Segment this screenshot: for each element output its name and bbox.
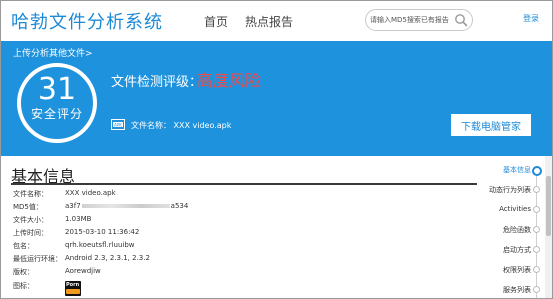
security-score-circle: 31 安全评分 [17, 63, 97, 143]
info-label: 文件名称： [13, 190, 48, 198]
info-label: 版权： [13, 268, 34, 276]
info-label: MD5值： [13, 203, 43, 211]
app-icon-text: Porn [66, 282, 80, 288]
info-value: Aorewdjiw [65, 267, 101, 275]
rating-label: 文件检测评级： [111, 75, 203, 90]
side-nav-item-startup-methods[interactable]: 启动方式 [479, 245, 531, 255]
side-nav-item-basic-info[interactable]: 基本信息 [479, 165, 531, 175]
app-window: 哈勃文件分析系统 首页 热点报告 登录 上传分析其他文件> 31 安全评分 文件… [0, 0, 553, 299]
side-nav-item-dynamic-behavior[interactable]: 动态行为列表 [479, 185, 531, 195]
side-nav-dot[interactable] [533, 246, 540, 253]
side-nav-dot[interactable] [533, 266, 540, 273]
info-row-file-size: 文件大小： 1.03MB [13, 215, 473, 227]
info-value: XXX video.apk [65, 189, 116, 197]
side-nav-item-services[interactable]: 服务列表 [479, 285, 531, 295]
svg-text:APK: APK [114, 122, 122, 127]
scrollbar-thumb[interactable] [546, 176, 551, 236]
info-label: 图标： [13, 282, 34, 290]
result-banner: 上传分析其他文件> 31 安全评分 文件检测评级： 高度风险 APK 文件名称：… [1, 41, 552, 156]
side-nav-dot[interactable] [533, 206, 540, 213]
upload-other-file-link[interactable]: 上传分析其他文件> [13, 46, 93, 59]
info-value: 2015-03-10 11:36:42 [65, 228, 140, 236]
search-input[interactable] [370, 12, 454, 27]
side-nav-dot[interactable] [533, 226, 540, 233]
nav-hot-report-link[interactable]: 热点报告 [245, 13, 293, 30]
side-nav-item-permissions[interactable]: 权限列表 [479, 265, 531, 275]
brand-logo[interactable]: 哈勃文件分析系统 [11, 8, 163, 34]
search-icon[interactable] [454, 13, 468, 27]
md5-prefix: a3f7 [65, 202, 81, 210]
info-row-file-name: 文件名称： XXX video.apk [13, 189, 473, 201]
info-row-package-name: 包名： qrh.koeutsfl.rluuibw [13, 241, 473, 253]
security-score-label: 安全评分 [30, 107, 83, 121]
file-name-label: 文件名称： XXX video.apk [131, 121, 232, 130]
info-row-upload-time: 上传时间： 2015-03-10 11:36:42 [13, 228, 473, 240]
info-value: qrh.koeutsfl.rluuibw [65, 241, 135, 249]
side-nav-item-activities[interactable]: Activities [479, 205, 531, 213]
top-nav: 哈勃文件分析系统 首页 热点报告 登录 [1, 1, 552, 41]
app-icon: Porn [65, 281, 81, 296]
apk-file-icon: APK [111, 119, 125, 130]
download-pc-manager-button[interactable]: 下载电脑管家 [451, 114, 531, 136]
info-value-md5: a3f7 a534 [65, 202, 188, 210]
login-link[interactable]: 登录 [523, 13, 539, 24]
info-label: 包名： [13, 242, 34, 250]
rating-value: 高度风险 [197, 71, 262, 90]
info-label: 最低运行环境： [13, 255, 62, 263]
info-row-min-environment: 最低运行环境： Android 2.3, 2.3.1, 2.3.2 [13, 254, 473, 266]
info-value: Android 2.3, 2.3.1, 2.3.2 [65, 254, 150, 262]
info-row-md5: MD5值： a3f7 a534 [13, 202, 473, 214]
section-divider [11, 183, 477, 185]
info-label: 文件大小： [13, 216, 48, 224]
info-label: 上传时间： [13, 229, 48, 237]
side-nav-dot[interactable] [533, 286, 540, 293]
side-nav-item-dangerous-functions[interactable]: 危险函数 [479, 225, 531, 235]
info-row-copyright: 版权： Aorewdjiw [13, 267, 473, 279]
vertical-scrollbar[interactable] [545, 156, 552, 298]
info-row-icon: 图标： Porn [13, 281, 473, 297]
search-box [365, 9, 473, 31]
section-side-nav: 基本信息 动态行为列表 Activities 危险函数 启动方式 权限列表 服务… [479, 161, 545, 298]
side-nav-dot[interactable] [533, 186, 540, 193]
security-score-value: 31 [37, 72, 77, 107]
md5-suffix: a534 [170, 202, 189, 210]
md5-redacted [81, 204, 170, 208]
side-nav-dot-active[interactable] [532, 166, 542, 176]
info-value: 1.03MB [65, 215, 92, 223]
nav-home-link[interactable]: 首页 [204, 13, 228, 30]
